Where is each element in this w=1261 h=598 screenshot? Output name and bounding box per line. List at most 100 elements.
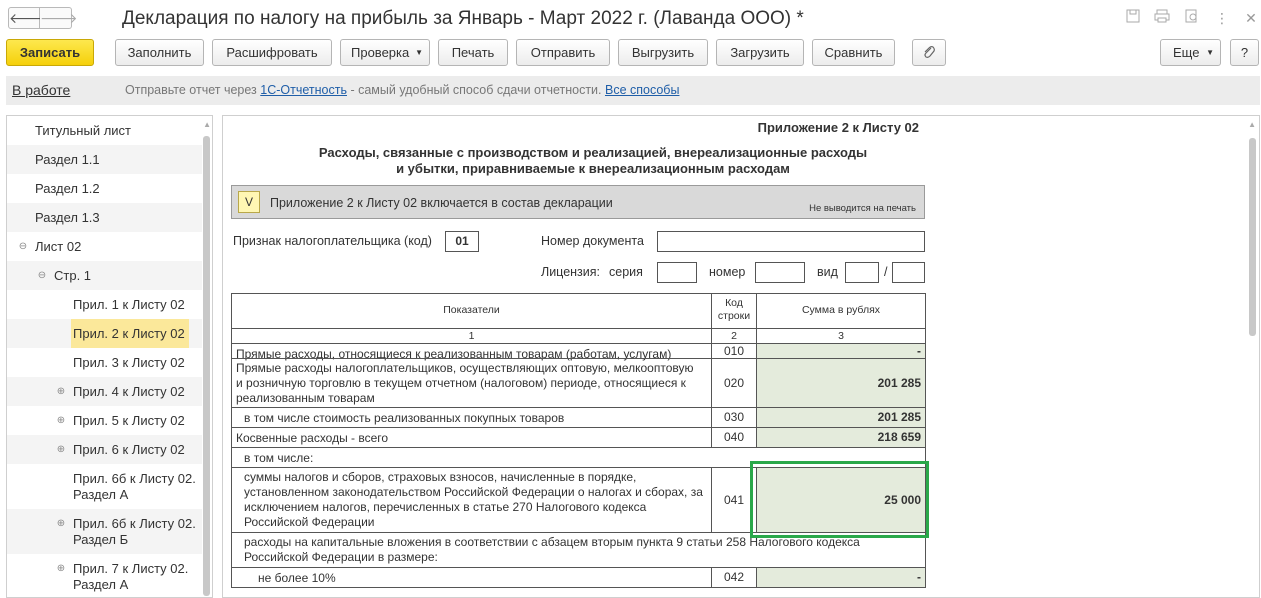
not-printed-note: Не выводится на печать (809, 203, 916, 214)
dropdown-arrow-icon: ▼ (1206, 48, 1214, 57)
info-bar: В работе Отправьте отчет через 1С-Отчетн… (6, 76, 1260, 105)
row-value-field[interactable]: 201 285 (756, 407, 925, 427)
declaration-form: Приложение 2 к Листу 02 Расходы, связанн… (222, 115, 1260, 598)
back-button[interactable]: 🡐 (8, 7, 47, 29)
form-title: Расходы, связанные с производством и реа… (223, 145, 923, 177)
expand-icon[interactable]: ⊕ (56, 518, 66, 529)
help-button[interactable]: ? (1230, 39, 1259, 66)
row-value-field[interactable]: - (756, 343, 925, 358)
col-number: 1 (231, 328, 711, 343)
tree-item-label: Титульный лист (35, 123, 132, 138)
scroll-up-icon[interactable]: ▲ (1248, 120, 1256, 129)
all-methods-link[interactable]: Все способы (605, 83, 679, 97)
license-number-field[interactable] (755, 262, 805, 283)
tree-item[interactable]: Титульный лист (7, 116, 202, 145)
row-value-field[interactable]: - (756, 567, 925, 587)
export-button[interactable]: Выгрузить (618, 39, 708, 66)
row-value-field[interactable]: 201 285 (756, 358, 925, 407)
series-label: серия (609, 265, 643, 279)
table-border (925, 293, 926, 587)
expand-icon[interactable]: ⊕ (56, 415, 66, 426)
header-amount: Сумма в рублях (756, 293, 925, 328)
tree-item[interactable]: ⊕ Прил. 4 к Листу 02 (7, 377, 202, 406)
taxpayer-sign-label: Признак налогоплательщика (код) (233, 234, 432, 248)
tree-item-label: Раздел 1.3 (35, 210, 100, 225)
close-icon[interactable]: ✕ (1242, 9, 1260, 27)
doc-number-field[interactable] (657, 231, 925, 252)
license-type-field[interactable] (845, 262, 879, 283)
tree-item-label: Прил. 6 к Листу 02 (73, 442, 185, 457)
expand-icon[interactable]: ⊕ (56, 444, 66, 455)
import-button[interactable]: Загрузить (716, 39, 804, 66)
floppy-icon[interactable] (1124, 9, 1142, 27)
header-line-code: Код строки (711, 293, 756, 328)
tree-item[interactable]: Раздел 1.2 (7, 174, 202, 203)
tree-item[interactable]: Раздел 1.3 (7, 203, 202, 232)
1c-reporting-link[interactable]: 1С-Отчетность (260, 83, 347, 97)
expand-icon[interactable]: ⊕ (56, 386, 66, 397)
row-label: не более 10% (231, 567, 711, 587)
tree-item[interactable]: Прил. 1 к Листу 02 (7, 290, 202, 319)
tree-item[interactable]: Прил. 3 к Листу 02 (7, 348, 202, 377)
include-checkbox[interactable]: V (238, 191, 260, 213)
focused-cell-frame (750, 461, 929, 538)
number-label: номер (709, 265, 746, 279)
expand-icon[interactable]: ⊕ (56, 563, 66, 574)
tree-scrollbar[interactable] (203, 136, 210, 596)
scroll-up-icon[interactable]: ▲ (203, 120, 211, 129)
tree-item[interactable]: Раздел 1.1 (7, 145, 202, 174)
forward-button[interactable]: 🡒 (40, 7, 78, 29)
slash-separator: / (884, 265, 888, 279)
tree-item-label: Прил. 6б к Листу 02. Раздел А (73, 471, 196, 502)
tree-item[interactable]: ⊕ Прил. 7 к Листу 02. Раздел А (7, 554, 202, 597)
tree-item[interactable]: ⊕ Прил. 6б к Листу 02. Раздел Б (7, 509, 202, 554)
preview-icon[interactable] (1183, 9, 1201, 27)
taxpayer-sign-field[interactable]: 01 (445, 231, 479, 252)
decode-button[interactable]: Расшифровать (212, 39, 332, 66)
more-button[interactable]: Еще ▼ (1160, 39, 1221, 66)
tree-item-label: Прил. 3 к Листу 02 (73, 355, 185, 370)
collapse-icon[interactable]: ⊖ (18, 241, 28, 252)
tree-item[interactable]: ⊖ Стр. 1 (7, 261, 202, 290)
row-code: 020 (711, 358, 756, 407)
compare-button[interactable]: Сравнить (812, 39, 895, 66)
row-code: 040 (711, 427, 756, 447)
save-button[interactable]: Записать (6, 39, 94, 66)
fill-button[interactable]: Заполнить (115, 39, 204, 66)
main-scrollbar[interactable] (1249, 138, 1256, 336)
row-code: 010 (711, 343, 756, 358)
status-link[interactable]: В работе (12, 82, 70, 98)
tree-item[interactable]: ⊖ Лист 02 (7, 232, 202, 261)
license-series-field[interactable] (657, 262, 697, 283)
row-label: Прямые расходы налогоплательщиков, осуще… (231, 358, 711, 407)
tree-item[interactable]: ⊕ Прил. 6 к Листу 02 (7, 435, 202, 464)
tree-item[interactable]: Прил. 6б к Листу 02. Раздел А (7, 464, 202, 509)
send-button[interactable]: Отправить (516, 39, 610, 66)
dropdown-arrow-icon: ▼ (415, 48, 423, 57)
tree-item[interactable]: Прил. 2 к Листу 02 (7, 319, 202, 348)
row-value-field[interactable]: 218 659 (756, 427, 925, 447)
print-button[interactable]: Печать (438, 39, 508, 66)
tree-item-label: Прил. 2 к Листу 02 (73, 326, 185, 341)
tree-item[interactable]: ⊕ Прил. 5 к Листу 02 (7, 406, 202, 435)
form-title-line2: и убытки, приравниваемые к внереализацио… (396, 161, 790, 176)
header-indicators: Показатели (231, 293, 711, 328)
license-type-field-2[interactable] (892, 262, 925, 283)
table-border (231, 587, 926, 588)
include-in-declaration-box: V Приложение 2 к Листу 02 включается в с… (231, 185, 925, 219)
info-text-before: Отправьте отчет через (125, 83, 261, 97)
more-label: Еще (1173, 45, 1200, 60)
tree-item-label: Прил. 6б к Листу 02. Раздел Б (73, 516, 196, 547)
info-message: Отправьте отчет через 1С-Отчетность - са… (125, 83, 679, 97)
collapse-icon[interactable]: ⊖ (37, 270, 47, 281)
row-code: 030 (711, 407, 756, 427)
attach-button[interactable] (912, 39, 946, 66)
row-label: суммы налогов и сборов, страховых взносо… (231, 467, 711, 532)
row-label: Косвенные расходы - всего (231, 427, 711, 447)
printer-icon[interactable] (1153, 9, 1171, 27)
kebab-icon[interactable]: ⋮ (1213, 9, 1231, 27)
tree-item-label: Раздел 1.1 (35, 152, 100, 167)
window-title: Декларация по налогу на прибыль за Январ… (122, 8, 804, 29)
arrow-right-icon: 🡒 (40, 10, 78, 26)
check-dropdown-button[interactable]: Проверка ▼ (340, 39, 430, 66)
